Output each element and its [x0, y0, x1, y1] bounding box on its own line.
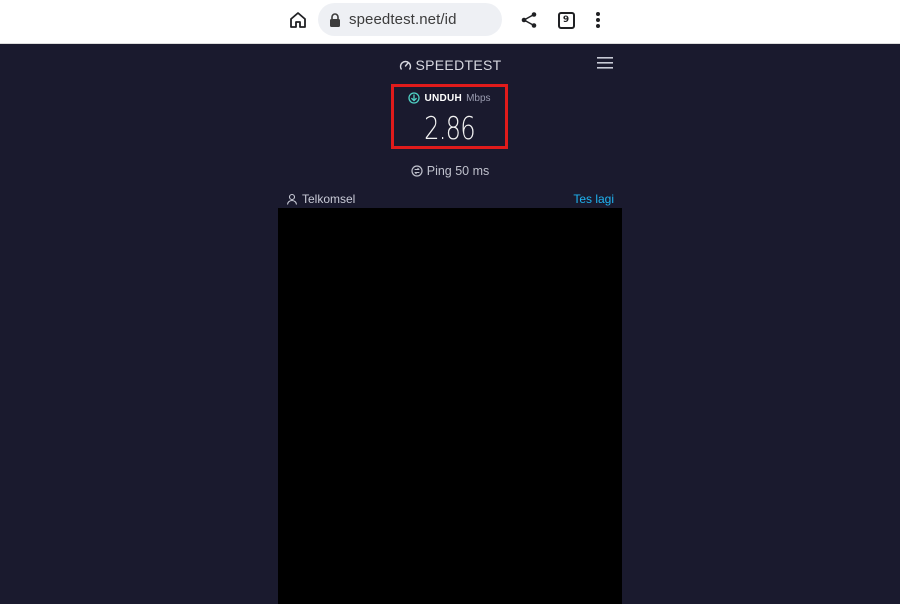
logo-text: SPEEDTEST	[415, 57, 502, 73]
gauge-icon	[399, 60, 411, 70]
tab-switcher-button[interactable]: 9	[554, 8, 578, 32]
tabs-icon: 9	[557, 11, 575, 29]
browser-menu-button[interactable]	[588, 8, 608, 32]
provider-info: Telkomsel	[286, 192, 355, 206]
url-text: speedtest.net/id	[349, 11, 457, 28]
download-speed-value: 2.86	[424, 111, 476, 147]
download-label: UNDUH	[424, 92, 463, 104]
lock-icon	[330, 13, 340, 27]
hamburger-menu-icon[interactable]	[597, 56, 613, 70]
browser-toolbar: speedtest.net/id 9	[0, 0, 900, 44]
address-bar[interactable]: speedtest.net/id	[318, 3, 502, 36]
home-button[interactable]	[286, 8, 310, 32]
share-button[interactable]	[517, 8, 541, 32]
share-icon	[521, 12, 537, 28]
more-vert-icon	[596, 12, 600, 28]
ping-icon	[411, 165, 423, 177]
ping-row: Ping 50 ms	[278, 164, 622, 180]
ping-text: Ping 50 ms	[426, 164, 490, 178]
provider-name: Telkomsel	[302, 192, 356, 206]
person-icon	[286, 193, 298, 205]
download-unit: Mbps	[466, 92, 491, 104]
retest-link[interactable]: Tes lagi	[573, 192, 614, 206]
download-result: UNDUH Mbps 2.86	[391, 84, 508, 149]
site-logo[interactable]: SPEEDTEST	[278, 57, 622, 75]
home-icon	[290, 12, 306, 28]
content-area	[278, 208, 622, 604]
tab-count: 9	[562, 14, 570, 25]
download-label-row: UNDUH Mbps	[394, 92, 505, 104]
download-arrow-icon	[408, 92, 421, 104]
speedtest-page: SPEEDTEST UNDUH Mbps 2.86 Ping 50 ms Tel…	[278, 44, 622, 604]
